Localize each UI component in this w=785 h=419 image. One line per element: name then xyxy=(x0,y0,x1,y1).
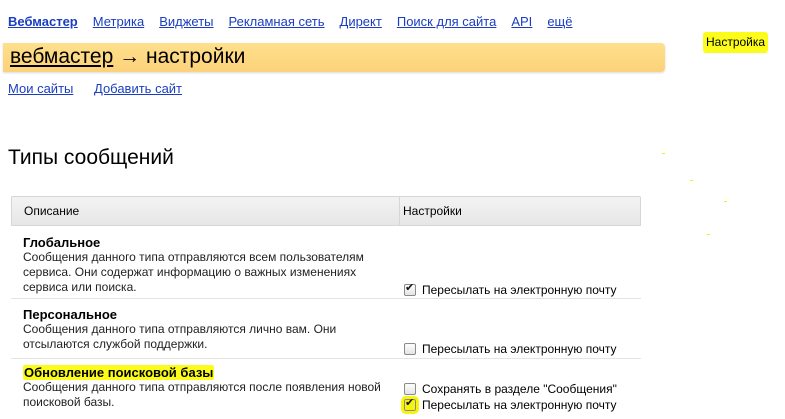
page: Вебмастер Метрика Виджеты Рекламная сеть… xyxy=(0,0,785,419)
message-types-table: Описание Настройки Глобальное Сообщения … xyxy=(11,196,641,419)
row-settings: Пересылать на электронную почту xyxy=(399,307,641,358)
message-type-name: Обновление поисковой базы xyxy=(23,365,399,380)
add-site-link[interactable]: Добавить сайт xyxy=(94,81,182,96)
nav-webmaster[interactable]: Вебмастер xyxy=(8,14,78,29)
row-description: Обновление поисковой базы Сообщения данн… xyxy=(11,365,399,419)
nav-widgets[interactable]: Виджеты xyxy=(159,14,213,29)
column-header-settings: Настройки xyxy=(403,204,462,218)
header-banner: вебмастер → настройки xyxy=(3,43,665,72)
column-header-description: Описание xyxy=(12,197,400,225)
nav-metrika[interactable]: Метрика xyxy=(93,14,144,29)
message-type-name: Персональное xyxy=(23,307,118,322)
table-row: Персональное Сообщения данного типа отпр… xyxy=(11,299,641,359)
row-description: Персональное Сообщения данного типа отпр… xyxy=(11,307,399,358)
nav-api[interactable]: API xyxy=(511,14,532,29)
page-title: Типы сообщений xyxy=(8,146,174,169)
table-row: Обновление поисковой базы Сообщения данн… xyxy=(11,359,641,419)
breadcrumb-current: настройки xyxy=(145,45,246,68)
row-settings: Сохранять в разделе "Сообщения" Пересыла… xyxy=(399,365,641,419)
email-forward-checkbox[interactable] xyxy=(401,396,419,414)
nav-direct[interactable]: Директ xyxy=(340,14,382,29)
my-sites-link[interactable]: Мои сайты xyxy=(8,81,73,96)
services-nav: Вебмастер Метрика Виджеты Рекламная сеть… xyxy=(8,14,587,29)
highlighter-mark xyxy=(662,153,665,154)
email-forward-option[interactable]: Пересылать на электронную почту xyxy=(404,342,617,356)
highlighter-mark xyxy=(690,180,693,181)
highlighter-mark xyxy=(707,234,710,235)
breadcrumb-webmaster-link[interactable]: вебмастер xyxy=(10,45,113,68)
settings-link[interactable]: Настройка xyxy=(703,32,769,53)
email-forward-label: Пересылать на электронную почту xyxy=(422,342,617,356)
highlighter-mark xyxy=(724,201,727,202)
nav-ad-network[interactable]: Рекламная сеть xyxy=(229,14,325,29)
row-settings: Пересылать на электронную почту xyxy=(399,235,641,298)
save-in-messages-checkbox[interactable] xyxy=(404,383,416,395)
email-forward-option[interactable]: Пересылать на электронную почту xyxy=(401,396,617,414)
breadcrumb-arrow: → xyxy=(119,45,141,68)
message-type-name: Глобальное xyxy=(23,235,101,250)
save-in-messages-label: Сохранять в разделе "Сообщения" xyxy=(422,382,617,396)
highlighted-type-name: Обновление поисковой базы xyxy=(23,365,215,380)
nav-site-search[interactable]: Поиск для сайта xyxy=(397,14,497,29)
breadcrumb: вебмастер → настройки xyxy=(10,45,245,69)
save-in-messages-option[interactable]: Сохранять в разделе "Сообщения" xyxy=(404,382,617,396)
email-forward-label: Пересылать на электронную почту xyxy=(422,398,617,412)
nav-more[interactable]: ещё xyxy=(547,14,572,29)
table-header: Описание Настройки xyxy=(11,196,641,226)
email-forward-label: Пересылать на электронную почту xyxy=(422,283,617,297)
message-type-text: Сообщения данного типа отправляются всем… xyxy=(23,250,364,294)
email-forward-checkbox[interactable] xyxy=(404,281,416,296)
email-forward-option[interactable]: Пересылать на электронную почту xyxy=(404,281,617,297)
row-description: Глобальное Сообщения данного типа отправ… xyxy=(11,235,399,298)
message-type-text: Сообщения данного типа отправляются личн… xyxy=(23,322,337,351)
table-row: Глобальное Сообщения данного типа отправ… xyxy=(11,226,641,299)
email-forward-checkbox[interactable] xyxy=(404,343,416,355)
message-type-text: Сообщения данного типа отправляются посл… xyxy=(23,380,381,409)
sub-nav: Мои сайты Добавить сайт xyxy=(8,81,199,96)
